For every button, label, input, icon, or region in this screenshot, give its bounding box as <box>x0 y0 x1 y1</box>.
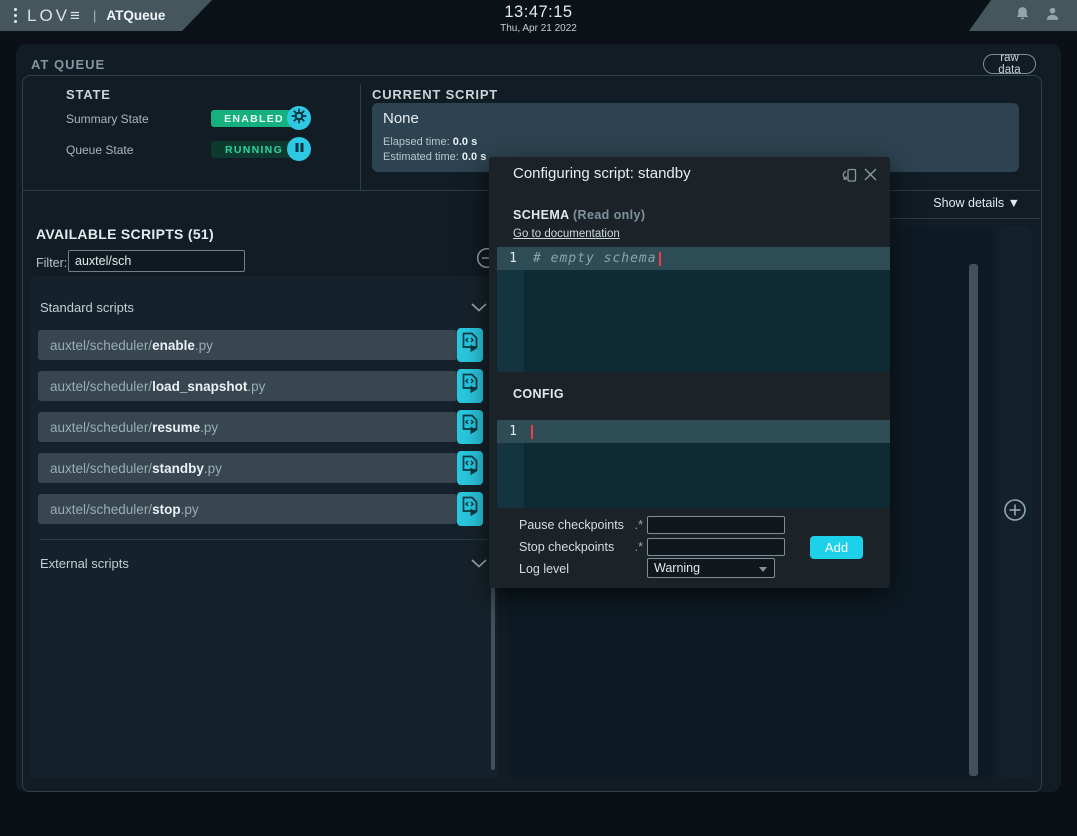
panel-title: AT QUEUE <box>31 57 105 72</box>
text-caret <box>531 425 533 439</box>
script-row-resume[interactable]: auxtel/scheduler/resume.py <box>38 412 457 442</box>
state-divider <box>360 84 361 190</box>
schema-code: # empty schema <box>533 251 657 266</box>
current-script-name: None <box>383 110 419 127</box>
launch-script-button-resume[interactable] <box>457 410 483 444</box>
log-level-select[interactable]: Warning <box>647 558 775 578</box>
external-scripts-group[interactable]: External scripts <box>40 552 487 574</box>
pause-checkpoints-input[interactable] <box>647 516 785 534</box>
topbar-right-panel <box>969 0 1077 31</box>
line-number: 1 <box>497 251 524 266</box>
standard-scripts-group[interactable]: Standard scripts <box>40 296 487 318</box>
queue-scrollbar[interactable] <box>969 264 978 776</box>
chevron-down-icon <box>471 556 487 571</box>
app-title: ATQueue <box>106 8 165 23</box>
pause-checkpoints-label: Pause checkpoints <box>519 518 624 532</box>
select-caret-icon <box>759 567 767 572</box>
filter-input[interactable] <box>68 250 245 272</box>
detach-icon <box>841 171 858 188</box>
text-caret <box>659 252 661 266</box>
gear-icon <box>291 108 307 129</box>
state-title: STATE <box>66 87 111 102</box>
clock-time: 13:47:15 <box>500 3 577 22</box>
clock: 13:47:15 Thu, Apr 21 2022 <box>500 3 577 34</box>
plus-circle-icon <box>1003 509 1027 526</box>
documentation-link[interactable]: Go to documentation <box>513 228 620 240</box>
run-script-icon <box>462 373 478 399</box>
modal-title: Configuring script: standby <box>513 165 691 182</box>
close-modal-button[interactable] <box>863 167 878 187</box>
script-row-stop[interactable]: auxtel/scheduler/stop.py <box>38 494 457 524</box>
run-script-icon <box>462 332 478 358</box>
stop-checkpoints-input[interactable] <box>647 538 785 556</box>
launch-script-button-stop[interactable] <box>457 492 483 526</box>
run-script-icon <box>462 496 478 522</box>
configure-script-modal: Configuring script: standby SCHEMA (Read… <box>489 157 890 588</box>
pause-icon <box>294 140 305 158</box>
raw-data-button[interactable]: raw data <box>983 54 1036 74</box>
summary-state-badge: ENABLED <box>211 110 297 127</box>
expand-panel-button[interactable] <box>1003 498 1027 522</box>
atqueue-screen: LOV≡ | ATQueue 13:47:15 Thu, Apr 21 2022… <box>0 0 1077 836</box>
config-heading: CONFIG <box>513 387 564 401</box>
schema-heading: SCHEMA (Read only) <box>513 208 645 222</box>
launch-script-button-load-snapshot[interactable] <box>457 369 483 403</box>
love-logo: LOV≡ <box>27 6 83 26</box>
summary-state-label: Summary State <box>66 112 149 126</box>
elapsed-time-row: Elapsed time: 0.0 s <box>383 136 477 148</box>
launch-script-button-enable[interactable] <box>457 328 483 362</box>
chevron-down-icon <box>471 300 487 315</box>
show-details-toggle[interactable]: Show details ▼ <box>900 196 1020 210</box>
group-divider <box>40 539 487 540</box>
close-icon <box>863 169 878 186</box>
stop-checkpoints-regex: .* <box>625 540 643 554</box>
clock-date: Thu, Apr 21 2022 <box>500 23 577 34</box>
user-icon[interactable] <box>1044 5 1061 27</box>
topbar-left-panel: LOV≡ | ATQueue <box>0 0 212 31</box>
summary-state-gear-button[interactable] <box>287 106 311 130</box>
notifications-bell-icon[interactable] <box>1014 5 1031 27</box>
schema-editor[interactable]: 1 # empty schema <box>497 247 890 372</box>
config-editor[interactable]: 1 <box>497 420 890 508</box>
run-script-icon <box>462 455 478 481</box>
estimated-time-row: Estimated time: 0.0 s <box>383 151 486 163</box>
pause-queue-button[interactable] <box>287 137 311 161</box>
stop-checkpoints-label: Stop checkpoints <box>519 540 614 554</box>
queue-state-label: Queue State <box>66 143 133 157</box>
available-scripts-title: AVAILABLE SCRIPTS (51) <box>36 226 214 242</box>
filter-label: Filter: <box>36 256 67 270</box>
line-number: 1 <box>497 424 524 439</box>
schema-editor-line: 1 # empty schema <box>497 247 890 270</box>
script-row-standby[interactable]: auxtel/scheduler/standby.py <box>38 453 457 483</box>
logo-separator: | <box>93 8 96 23</box>
launch-script-button-standby[interactable] <box>457 451 483 485</box>
script-row-enable[interactable]: auxtel/scheduler/enable.py <box>38 330 457 360</box>
pause-checkpoints-regex: .* <box>625 518 643 532</box>
log-level-label: Log level <box>519 562 569 576</box>
config-editor-line: 1 <box>497 420 890 443</box>
run-script-icon <box>462 414 478 440</box>
current-script-title: CURRENT SCRIPT <box>372 87 498 102</box>
queue-state-badge: RUNNING <box>211 141 297 158</box>
detach-window-button[interactable] <box>841 167 858 189</box>
add-script-button[interactable]: Add <box>810 536 863 559</box>
menu-kebab-icon[interactable] <box>14 8 17 23</box>
top-bar: LOV≡ | ATQueue 13:47:15 Thu, Apr 21 2022 <box>0 0 1077 36</box>
script-row-load-snapshot[interactable]: auxtel/scheduler/load_snapshot.py <box>38 371 457 401</box>
